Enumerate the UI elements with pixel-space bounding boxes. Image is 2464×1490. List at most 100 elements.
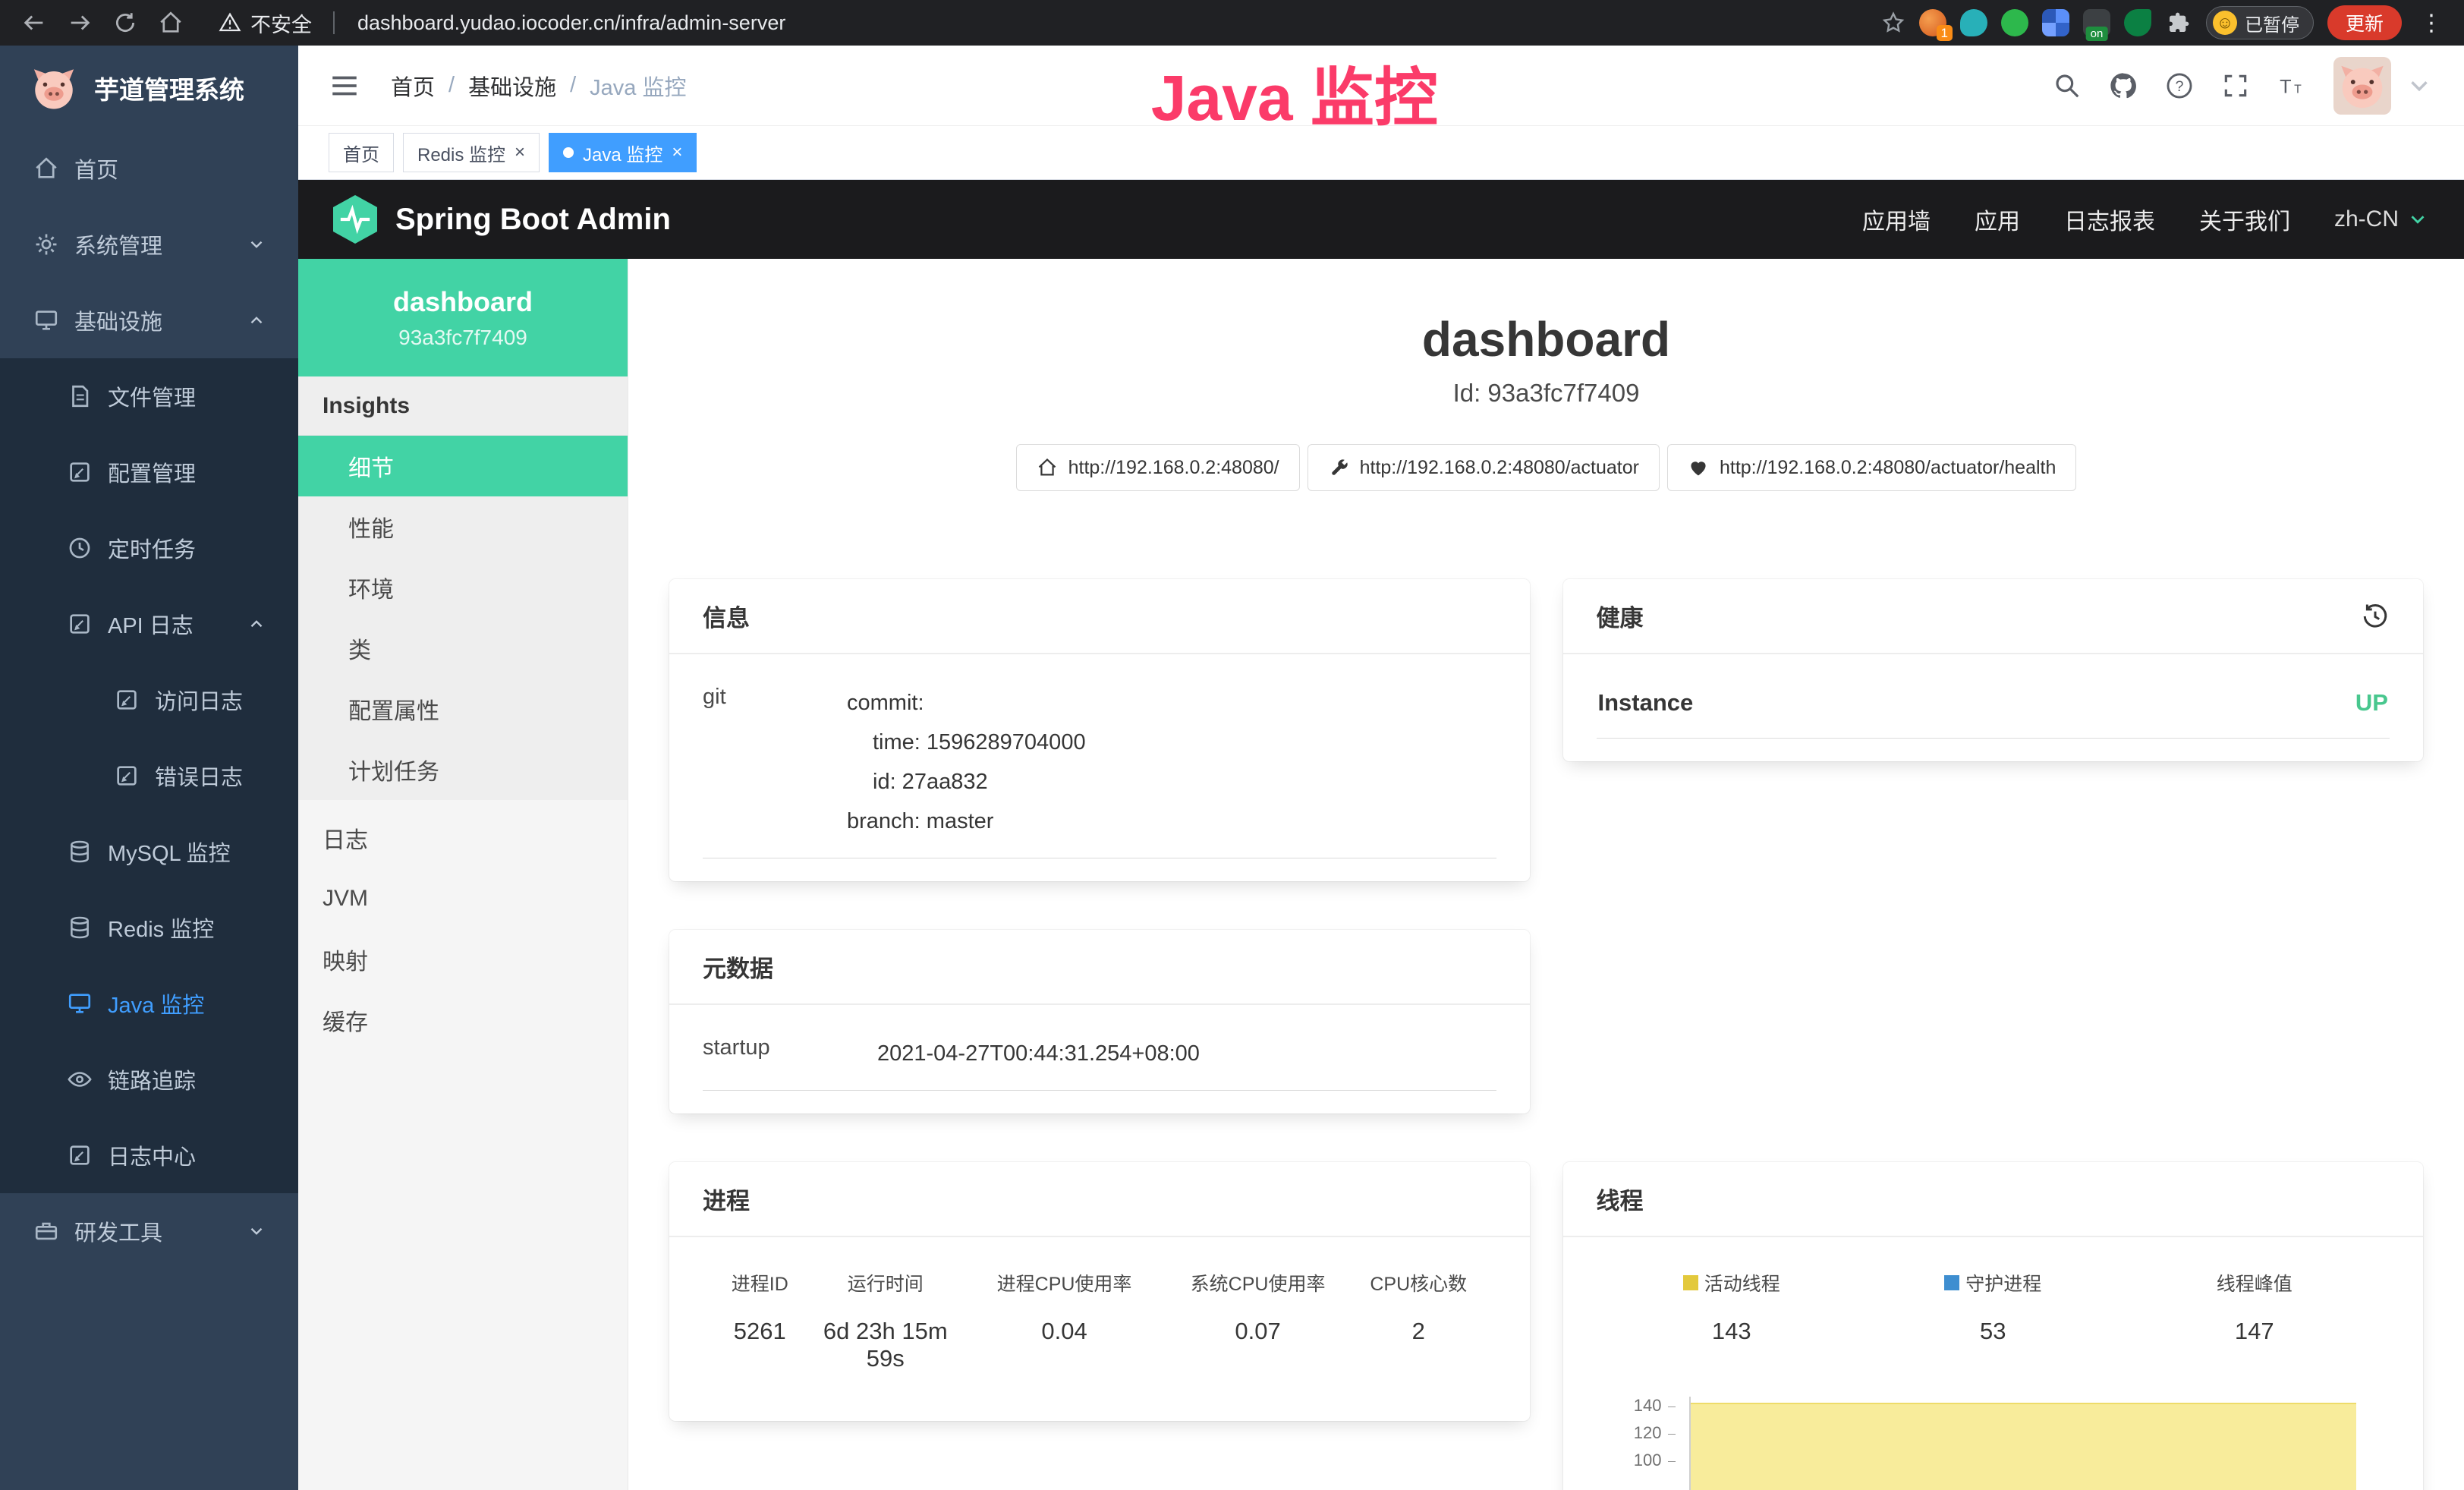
- sidebar-item-system[interactable]: 系统管理: [0, 206, 298, 282]
- instance-header[interactable]: dashboard 93a3fc7f7409: [298, 259, 628, 376]
- document-icon: [67, 1142, 93, 1168]
- health-url-button[interactable]: http://192.168.0.2:48080/actuator/health: [1667, 444, 2076, 491]
- close-icon[interactable]: ×: [515, 143, 525, 162]
- search-icon[interactable]: [2053, 71, 2082, 100]
- sidebar-menu: 首页 系统管理 基础设施 文件管理 配置管理 定时任务: [0, 131, 298, 1490]
- extension-on-icon[interactable]: on: [2083, 9, 2110, 36]
- sba-sidebar-item-details[interactable]: 细节: [298, 436, 628, 496]
- locale-label: zh-CN: [2334, 206, 2399, 232]
- extension-drop-icon[interactable]: [1960, 9, 1987, 36]
- github-icon[interactable]: [2109, 71, 2138, 100]
- chevron-down-icon: [247, 1221, 266, 1241]
- locale-selector[interactable]: zh-CN: [2334, 206, 2429, 232]
- stat-value: 147: [2124, 1318, 2386, 1345]
- sba-sidebar-item-config-props[interactable]: 配置属性: [298, 679, 628, 739]
- browser-reload-button[interactable]: [108, 5, 143, 40]
- sba-sidebar-item-environment[interactable]: 环境: [298, 557, 628, 618]
- browser-update-button[interactable]: 更新: [2327, 5, 2402, 40]
- git-time-line: time: 1596289704000: [847, 723, 1086, 762]
- actuator-url-button[interactable]: http://192.168.0.2:48080/actuator: [1308, 444, 1660, 491]
- bookmark-star-icon[interactable]: [1881, 11, 1905, 35]
- sidebar-item-java-monitor[interactable]: Java 监控: [0, 966, 298, 1041]
- instance-id-line: Id: 93a3fc7f7409: [628, 379, 2464, 408]
- spring-boot-admin-logo-icon: [333, 195, 377, 244]
- browser-back-button[interactable]: [17, 5, 52, 40]
- extension-badge: 1: [1937, 25, 1953, 41]
- app-logo[interactable]: 芋道管理系统: [0, 46, 298, 131]
- extension-green-icon[interactable]: [2001, 9, 2028, 36]
- sba-sidebar-item-logs[interactable]: 日志: [298, 808, 628, 868]
- tab-home[interactable]: 首页: [329, 133, 394, 172]
- git-commit-line: commit:: [847, 683, 1086, 723]
- browser-menu-icon[interactable]: ⋮: [2415, 10, 2447, 36]
- sidebar-item-access-log[interactable]: 访问日志: [0, 662, 298, 738]
- breadcrumb-separator: /: [448, 73, 455, 98]
- service-url-button[interactable]: http://192.168.0.2:48080/: [1016, 444, 1300, 491]
- sba-sidebar-item-performance[interactable]: 性能: [298, 496, 628, 557]
- metadata-card: 元数据 startup 2021-04-27T00:44:31.254+08:0…: [669, 930, 1530, 1114]
- legend-swatch-daemon: [1944, 1275, 1959, 1290]
- breadcrumb-current: Java 监控: [590, 70, 686, 102]
- health-card: 健康 Instance UP: [1563, 579, 2424, 761]
- sba-nav-wallboard[interactable]: 应用墙: [1862, 203, 1931, 236]
- user-avatar[interactable]: [2333, 57, 2391, 115]
- sidebar-item-file-manage[interactable]: 文件管理: [0, 358, 298, 434]
- font-size-icon[interactable]: [2277, 71, 2306, 100]
- browser-home-button[interactable]: [153, 5, 188, 40]
- sidebar-item-trace[interactable]: 链路追踪: [0, 1041, 298, 1117]
- tab-label: Java 监控: [583, 140, 662, 166]
- browser-forward-button[interactable]: [62, 5, 97, 40]
- sidebar-item-label: API 日志: [108, 608, 194, 640]
- extension-leaf-icon[interactable]: [2124, 9, 2151, 36]
- avatar-caret-icon[interactable]: [2405, 71, 2434, 100]
- sba-sidebar-item-caches[interactable]: 缓存: [298, 990, 628, 1051]
- extensions-puzzle-icon[interactable]: [2165, 9, 2192, 36]
- close-icon[interactable]: ×: [672, 143, 682, 162]
- site-security-indicator[interactable]: 不安全: [219, 8, 347, 38]
- browser-chrome: 不安全 dashboard.yudao.iocoder.cn/infra/adm…: [0, 0, 2464, 46]
- legend-swatch-active: [1683, 1275, 1698, 1290]
- sidebar-item-devtools[interactable]: 研发工具: [0, 1193, 298, 1269]
- sidebar-item-config-manage[interactable]: 配置管理: [0, 434, 298, 510]
- sba-nav-about[interactable]: 关于我们: [2199, 203, 2290, 236]
- sidebar-item-home[interactable]: 首页: [0, 131, 298, 206]
- profile-label: 已暂停: [2245, 10, 2299, 36]
- fullscreen-icon[interactable]: [2221, 71, 2250, 100]
- sba-nav-journal[interactable]: 日志报表: [2064, 203, 2155, 236]
- process-stat: 进程ID 5261: [707, 1269, 813, 1372]
- sidebar-item-scheduled-job[interactable]: 定时任务: [0, 510, 298, 586]
- extension-grid-icon[interactable]: [2042, 9, 2069, 36]
- database-icon: [67, 915, 93, 940]
- health-instance-row: Instance UP: [1597, 663, 2390, 739]
- breadcrumb-home[interactable]: 首页: [391, 70, 435, 102]
- sba-sidebar-item-scheduled-tasks[interactable]: 计划任务: [298, 739, 628, 800]
- sidebar-item-label: 配置管理: [108, 456, 196, 488]
- sidebar-item-redis-monitor[interactable]: Redis 监控: [0, 890, 298, 966]
- extension-fox-icon[interactable]: 1: [1919, 9, 1946, 36]
- database-icon: [67, 839, 93, 865]
- tab-redis-monitor[interactable]: Redis 监控 ×: [403, 133, 540, 172]
- stat-label: CPU核心数: [1345, 1269, 1491, 1296]
- history-icon[interactable]: [2361, 602, 2390, 631]
- sidebar-item-label: 首页: [74, 153, 118, 184]
- sidebar-item-mysql-monitor[interactable]: MySQL 监控: [0, 814, 298, 890]
- sba-sidebar-item-mappings[interactable]: 映射: [298, 929, 628, 990]
- annotation-overlay-text: Java 监控: [1151, 47, 1438, 139]
- legend-label: 线程峰值: [2217, 1269, 2292, 1296]
- sidebar-item-api-log[interactable]: API 日志: [0, 586, 298, 662]
- sidebar-item-error-log[interactable]: 错误日志: [0, 738, 298, 814]
- hamburger-icon[interactable]: [329, 70, 360, 102]
- sba-sidebar-item-classes[interactable]: 类: [298, 618, 628, 679]
- help-icon[interactable]: [2165, 71, 2194, 100]
- app-sidebar: 芋道管理系统 首页 系统管理 基础设施 文件管理: [0, 46, 298, 1490]
- breadcrumb-infra[interactable]: 基础设施: [468, 70, 556, 102]
- address-bar[interactable]: dashboard.yudao.iocoder.cn/infra/admin-s…: [357, 11, 1871, 35]
- sba-sidebar-item-jvm[interactable]: JVM: [298, 868, 628, 929]
- file-icon: [67, 383, 93, 409]
- sidebar-item-log-center[interactable]: 日志中心: [0, 1117, 298, 1193]
- browser-profile-chip[interactable]: ☺ 已暂停: [2206, 6, 2314, 39]
- sidebar-item-label: 链路追踪: [108, 1063, 196, 1095]
- tab-java-monitor[interactable]: Java 监控 ×: [549, 133, 697, 172]
- sidebar-item-infra[interactable]: 基础设施: [0, 282, 298, 358]
- sba-nav-applications[interactable]: 应用: [1975, 203, 2020, 236]
